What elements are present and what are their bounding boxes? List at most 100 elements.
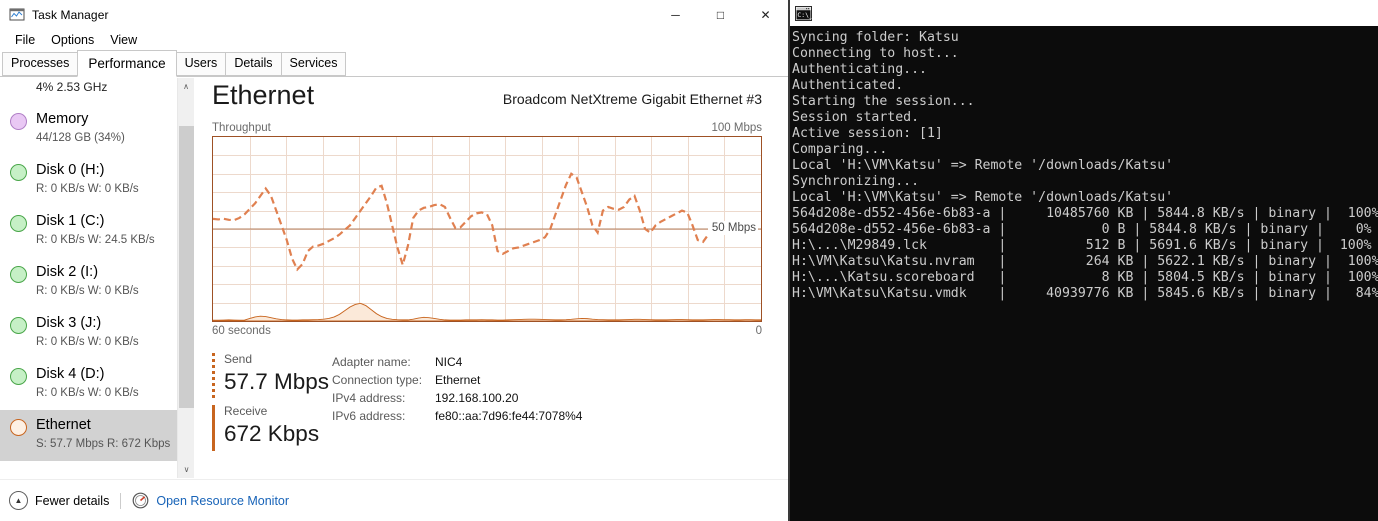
menu-file[interactable]: File (8, 31, 42, 49)
menu-bar: File Options View (0, 29, 788, 51)
adapter-caption: Broadcom NetXtreme Gigabit Ethernet #3 (502, 91, 762, 107)
close-button[interactable]: ✕ (743, 0, 788, 29)
throughput-graph: 50 Mbps (212, 136, 762, 322)
menu-options[interactable]: Options (44, 31, 101, 49)
panel-header: Ethernet Broadcom NetXtreme Gigabit Ethe… (212, 78, 780, 112)
graph-plot (213, 137, 761, 321)
tab-processes[interactable]: Processes (2, 52, 79, 76)
resource-monitor-link[interactable]: Open Resource Monitor (156, 494, 289, 508)
console-line: Local 'H:\VM\Katsu' => Remote '/download… (792, 190, 1174, 205)
status-divider (120, 492, 122, 509)
svg-text:C:\_: C:\_ (797, 11, 812, 19)
sidebar-item-disk1[interactable]: Disk 1 (C:) R: 0 KB/s W: 24.5 KB/s (0, 206, 194, 257)
console-line: 564d208e-d552-456e-6b83-a | 10485760 KB … (792, 206, 1378, 221)
sidebar-item-memory-text: Memory 44/128 GB (34%) (36, 109, 125, 146)
sidebar-item-memory-label: Memory (36, 111, 89, 127)
adapter-name-key: Adapter name: (332, 355, 411, 369)
ipv4-key: IPv4 address: (332, 391, 406, 405)
tab-performance[interactable]: Performance (77, 50, 177, 77)
receive-value: 672 Kbps (224, 421, 320, 446)
console-title-bar[interactable]: C:\_ (790, 0, 1378, 26)
tab-users[interactable]: Users (175, 52, 227, 76)
sidebar-item-ethernet[interactable]: Ethernet S: 57.7 Mbps R: 672 Kbps (0, 410, 194, 461)
graph-reference-label: 50 Mbps (707, 220, 758, 235)
sidebar-item-memory[interactable]: Memory 44/128 GB (34%) (0, 104, 194, 155)
info-row: Connection type: Ethernet (332, 371, 582, 389)
ethernet-detail-panel: Ethernet Broadcom NetXtreme Gigabit Ethe… (212, 78, 780, 478)
console-line: H:\VM\Katsu\Katsu.nvram | 264 KB | 5622.… (792, 254, 1378, 269)
console-line: Comparing... (792, 142, 888, 157)
window-controls: ─ □ ✕ (653, 0, 788, 29)
sidebar-item-disk4[interactable]: Disk 4 (D:) R: 0 KB/s W: 0 KB/s (0, 359, 194, 410)
console-line: Local 'H:\VM\Katsu' => Remote '/download… (792, 158, 1174, 173)
sidebar-item-disk1-label: Disk 1 (C:) (36, 213, 105, 229)
tab-details[interactable]: Details (225, 52, 282, 76)
disk3-status-dot (10, 317, 27, 334)
sidebar-item-disk3-text: Disk 3 (J:) R: 0 KB/s W: 0 KB/s (36, 313, 139, 350)
ethernet-status-dot (10, 419, 27, 436)
menu-view[interactable]: View (103, 31, 144, 49)
graph-xaxis-label: 60 seconds (212, 325, 271, 337)
ipv6-key: IPv6 address: (332, 409, 406, 423)
page-title: Ethernet (212, 80, 315, 110)
disk4-status-dot (10, 368, 27, 385)
open-resource-monitor-button[interactable]: Open Resource Monitor (132, 492, 289, 509)
console-line: H:\...\Katsu.scoreboard | 8 KB | 5804.5 … (792, 270, 1378, 285)
graph-axis-labels-top: Throughput 100 Mbps (212, 122, 780, 134)
sidebar-item-disk0[interactable]: Disk 0 (H:) R: 0 KB/s W: 0 KB/s (0, 155, 194, 206)
receive-area (213, 302, 761, 321)
scroll-up-icon[interactable]: ∧ (178, 78, 194, 95)
scroll-down-icon[interactable]: ∨ (178, 461, 194, 478)
screen: Task Manager ─ □ ✕ File Options View Pro… (0, 0, 1378, 521)
sidebar-item-disk3-label: Disk 3 (J:) (36, 315, 102, 331)
console-output[interactable]: Syncing folder: Katsu Connecting to host.… (790, 26, 1378, 302)
disk0-status-dot (10, 164, 27, 181)
sidebar-item-disk4-label: Disk 4 (D:) (36, 366, 105, 382)
sidebar-item-disk0-text: Disk 0 (H:) R: 0 KB/s W: 0 KB/s (36, 160, 139, 197)
ipv6-value: fe80::aa:7d96:fe44:7078%4 (435, 409, 583, 423)
console-line: H:\...\M29849.lck | 512 B | 5691.6 KB/s … (792, 238, 1372, 253)
tab-services[interactable]: Services (280, 52, 347, 76)
sidebar-item-cpu-sub: 4% 2.53 GHz (36, 80, 108, 94)
minimize-button[interactable]: ─ (653, 0, 698, 29)
send-label: Send (224, 352, 253, 366)
console-line: Active session: [1] (792, 126, 943, 141)
send-color-key (212, 353, 215, 399)
sidebar-item-cpu[interactable]: 4% 2.53 GHz (0, 78, 194, 104)
sidebar-item-disk3-sub: R: 0 KB/s W: 0 KB/s (36, 336, 139, 348)
sidebar-item-disk2-text: Disk 2 (I:) R: 0 KB/s W: 0 KB/s (36, 262, 139, 299)
console-line: Synchronizing... (792, 174, 920, 189)
sidebar-item-ethernet-text: Ethernet S: 57.7 Mbps R: 672 Kbps (36, 415, 170, 452)
fewer-details-label: Fewer details (35, 493, 110, 508)
performance-body: 4% 2.53 GHz Memory 44/128 GB (34%) Disk … (0, 78, 790, 478)
connection-type-key: Connection type: (332, 373, 423, 387)
sidebar-item-disk2[interactable]: Disk 2 (I:) R: 0 KB/s W: 0 KB/s (0, 257, 194, 308)
task-manager-window: Task Manager ─ □ ✕ File Options View Pro… (0, 0, 790, 521)
console-line: Session started. (792, 110, 920, 125)
sidebar-item-disk3[interactable]: Disk 3 (J:) R: 0 KB/s W: 0 KB/s (0, 308, 194, 359)
scrollbar-thumb[interactable] (179, 126, 194, 408)
receive-stat: Receive 672 Kbps (212, 403, 324, 451)
memory-status-dot (10, 113, 27, 130)
send-stat: Send 57.7 Mbps (212, 351, 329, 399)
console-line: H:\VM\Katsu\Katsu.vmdk | 40939776 KB | 5… (792, 286, 1378, 301)
maximize-button[interactable]: □ (698, 0, 743, 29)
chevron-up-icon: ▲ (9, 491, 28, 510)
stats-area: Send 57.7 Mbps Receive 672 Kbps Adapter … (212, 351, 780, 455)
cmd-icon: C:\_ (795, 5, 813, 21)
resource-sidebar[interactable]: 4% 2.53 GHz Memory 44/128 GB (34%) Disk … (0, 78, 194, 478)
console-line: Connecting to host... (792, 46, 959, 61)
adapter-info: Adapter name: NIC4 Connection type: Ethe… (332, 351, 582, 455)
graph-ymax-label: 100 Mbps (711, 122, 762, 134)
receive-color-key (212, 405, 215, 451)
title-bar[interactable]: Task Manager ─ □ ✕ (0, 0, 788, 29)
console-line: Starting the session... (792, 94, 975, 109)
graph-axis-labels-bottom: 60 seconds 0 (212, 325, 780, 337)
info-row: IPv6 address: fe80::aa:7d96:fe44:7078%4 (332, 407, 582, 425)
fewer-details-button[interactable]: ▲ Fewer details (9, 491, 109, 510)
disk1-status-dot (10, 215, 27, 232)
window-title: Task Manager (32, 7, 109, 22)
sidebar-scrollbar[interactable]: ∧ ∨ (177, 78, 194, 478)
sidebar-item-ethernet-label: Ethernet (36, 417, 91, 433)
console-line: Authenticated. (792, 78, 904, 93)
